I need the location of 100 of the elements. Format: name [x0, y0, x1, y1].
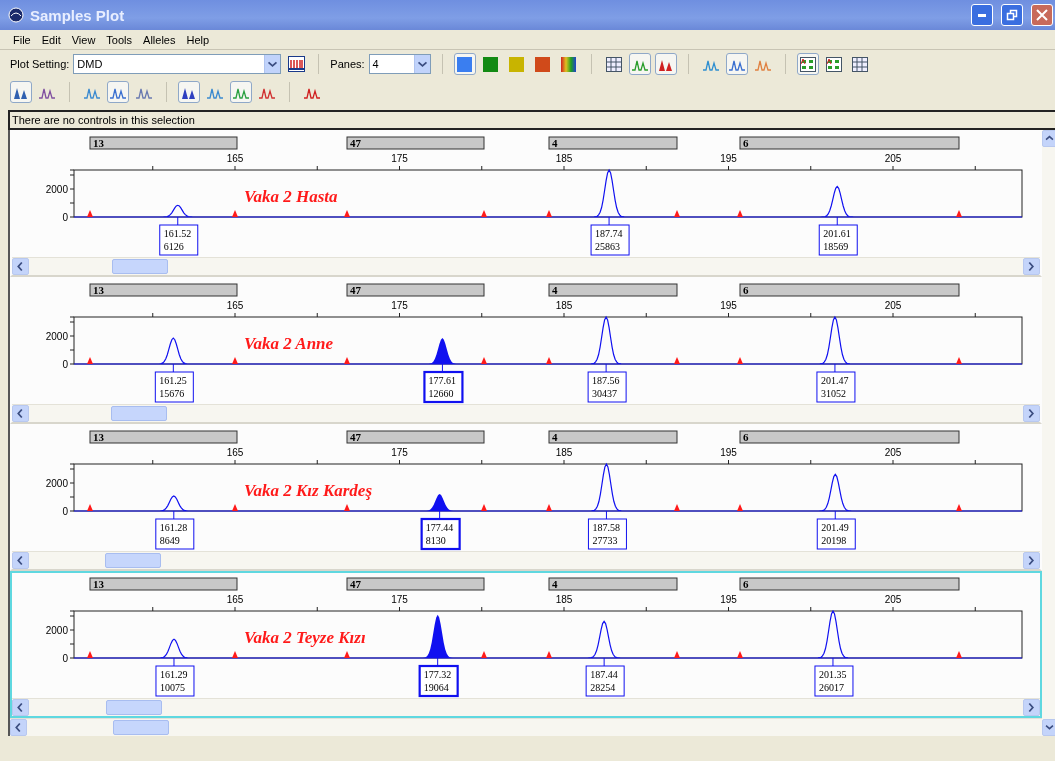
sample-name: Vaka 2 Anne: [244, 334, 334, 353]
scroll-right-button[interactable]: [1023, 699, 1040, 716]
bin-bar[interactable]: [739, 577, 960, 591]
axis-label: 185: [555, 594, 573, 605]
plot-setting-dropdown[interactable]: DMD: [73, 54, 282, 74]
bin-bar[interactable]: [346, 430, 485, 444]
scroll-left-button[interactable]: [10, 719, 27, 736]
bin-bar[interactable]: [739, 283, 960, 297]
size-marker: [956, 651, 962, 658]
menu-item[interactable]: Edit: [36, 33, 67, 46]
peak-size: 187.44: [590, 669, 618, 680]
scroll-left-button[interactable]: [12, 699, 29, 716]
scroll-thumb[interactable]: [105, 553, 161, 568]
plot-pane[interactable]: 13 47 4 6 165 175 185 195 205 2000 0 Vaka 2 Kız Kardeş 161.28 8649 177.44 8130 187.58 27733 201.49 20198: [10, 424, 1042, 571]
bin-bar[interactable]: [739, 136, 960, 150]
peak-height: 10075: [159, 682, 185, 693]
peak-size: 201.35: [818, 669, 847, 680]
peak-label-box[interactable]: [587, 510, 627, 550]
peak-label-box[interactable]: [155, 510, 195, 550]
scroll-down-button[interactable]: [1042, 719, 1055, 736]
peak-label-box[interactable]: [590, 216, 630, 256]
minimize-button[interactable]: [971, 4, 993, 26]
settings-icon: [287, 56, 305, 72]
scroll-right-button[interactable]: [1023, 405, 1040, 422]
peak-height: 25863: [595, 241, 621, 252]
peak-label-box[interactable]: [420, 510, 461, 551]
axis-label: 195: [720, 594, 737, 605]
y-axis: [69, 463, 75, 512]
menu-item[interactable]: Tools: [101, 33, 139, 46]
bin-bar[interactable]: [89, 283, 238, 297]
bin-label: 13: [93, 431, 104, 443]
axis-label: 2000: [45, 625, 68, 636]
bin-bar[interactable]: [346, 577, 485, 591]
bin-label: 6: [743, 578, 749, 590]
axis-label: 165: [226, 594, 244, 605]
panes-dropdown[interactable]: 4: [368, 54, 431, 74]
peak-label-box[interactable]: [155, 657, 195, 697]
peak-label-box[interactable]: [818, 216, 858, 256]
bin-bar[interactable]: [346, 136, 485, 150]
scroll-thumb[interactable]: [112, 259, 168, 274]
bin-label: 4: [552, 578, 558, 590]
bin-label: 6: [743, 137, 749, 149]
restore-icon: [1006, 9, 1018, 21]
scroll-right-button[interactable]: [1023, 552, 1040, 569]
peak-label-box[interactable]: [816, 363, 856, 403]
bin-bar[interactable]: [89, 577, 238, 591]
peak-label-box[interactable]: [159, 216, 199, 256]
bin-bar[interactable]: [548, 283, 678, 297]
scroll-left-button[interactable]: [12, 258, 29, 275]
bin-bar[interactable]: [548, 136, 678, 150]
plot-pane[interactable]: 13 47 4 6 165 175 185 195 205 2000 0 Vaka 2 Teyze Kızı 161.29 10075 177.32 19064 187.44 28254 201.35 26017: [10, 571, 1042, 718]
bin-bar[interactable]: [548, 577, 678, 591]
plot-pane[interactable]: 13 47 4 6 165 175 185 195 205 2000 0 Vaka 2 Anne 161.25 15676 177.61 12660 187.56 30437 201.47 31052: [10, 277, 1042, 424]
menu-item[interactable]: Alleles: [138, 33, 182, 46]
peak-label-box[interactable]: [423, 363, 464, 404]
scroll-thumb[interactable]: [106, 700, 162, 715]
plot-setting-label: Plot Setting:: [10, 58, 70, 70]
y-axis: [69, 169, 75, 218]
axis-label: 195: [720, 300, 737, 311]
bin-bar[interactable]: [89, 136, 238, 150]
scroll-left-button[interactable]: [12, 405, 29, 422]
peak-label-box[interactable]: [154, 363, 194, 403]
bin-bar[interactable]: [346, 283, 485, 297]
scroll-thumb[interactable]: [111, 406, 167, 421]
size-marker: [344, 210, 350, 217]
plot-pane[interactable]: 13 47 4 6 165 175 185 195 205 2000 0 Vaka 2 Hasta 161.52 6126 187.74 25863 201.61 18569: [10, 130, 1042, 277]
menu-item[interactable]: File: [8, 33, 37, 46]
peak-label-box[interactable]: [814, 657, 854, 697]
close-button[interactable]: [1031, 4, 1053, 26]
axis-label: 0: [62, 212, 68, 223]
axis-label: 205: [884, 594, 902, 605]
size-marker: [87, 504, 93, 511]
bin-bar[interactable]: [89, 430, 238, 444]
toolbar-button[interactable]: [796, 53, 819, 75]
scroll-right-button[interactable]: [1023, 258, 1040, 275]
menu-item[interactable]: Help: [181, 33, 216, 46]
bin-bar[interactable]: [739, 430, 960, 444]
bin-bar[interactable]: [548, 430, 678, 444]
peak-size: 201.47: [820, 375, 849, 386]
size-marker: [344, 357, 350, 364]
peak-label-box[interactable]: [587, 363, 627, 403]
scroll-thumb[interactable]: [113, 720, 169, 735]
size-marker: [232, 504, 238, 511]
restore-button[interactable]: [1001, 4, 1023, 26]
plot-settings-button[interactable]: [285, 53, 308, 75]
peak-label-box[interactable]: [585, 657, 625, 697]
scroll-left-button[interactable]: [12, 552, 29, 569]
menu-item[interactable]: View: [66, 33, 102, 46]
peak-size: 161.25: [159, 375, 187, 386]
size-marker: [956, 210, 962, 217]
bin-label: 6: [743, 284, 749, 296]
axis-label: 0: [62, 359, 68, 370]
size-marker: [481, 357, 487, 364]
scroll-up-button[interactable]: [1042, 130, 1055, 147]
peak-label-box[interactable]: [816, 510, 856, 550]
peak-label-box[interactable]: [418, 657, 459, 698]
size-marker: [232, 651, 238, 658]
axis-label: 195: [720, 153, 737, 164]
bin-label: 4: [552, 284, 558, 296]
axis-label: 165: [226, 300, 244, 311]
